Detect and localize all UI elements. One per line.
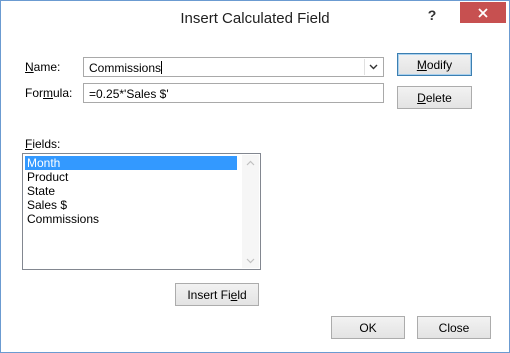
modify-label: odify — [426, 57, 453, 72]
list-item-state[interactable]: State — [25, 184, 55, 198]
formula-label: Formula: — [25, 86, 72, 100]
scroll-up-button[interactable] — [242, 155, 259, 170]
formula-label-pre: For — [25, 86, 43, 100]
scroll-down-button[interactable] — [242, 253, 259, 268]
formula-value: =0.25*'Sales $' — [89, 87, 169, 101]
fields-scrollbar[interactable] — [242, 155, 259, 268]
modify-accesskey: M — [416, 57, 427, 72]
close-label: Close — [438, 320, 470, 335]
insert-field-label-pre: Insert Fi — [187, 287, 231, 302]
modify-button[interactable]: Modify — [397, 53, 472, 76]
delete-accesskey: D — [417, 90, 426, 105]
title-bar[interactable]: Insert Calculated Field ? — [1, 1, 509, 34]
name-combobox[interactable]: Commissions — [83, 57, 384, 77]
close-icon — [478, 7, 488, 18]
fields-listbox[interactable]: Month Product State Sales $ Commissions — [22, 153, 261, 270]
list-item-commissions[interactable]: Commissions — [25, 212, 99, 226]
help-icon: ? — [427, 7, 437, 23]
close-button[interactable]: Close — [417, 316, 491, 339]
close-window-button[interactable] — [460, 2, 506, 23]
insert-calculated-field-dialog: Insert Calculated Field ? Name: Commissi… — [0, 0, 510, 353]
ok-button[interactable]: OK — [331, 316, 405, 339]
fields-label-text: ields: — [32, 137, 61, 151]
insert-field-button[interactable]: Insert Fi e ld — [175, 283, 259, 306]
name-label-accesskey: N — [25, 60, 34, 74]
formula-input[interactable]: =0.25*'Sales $' — [83, 83, 384, 103]
chevron-up-icon — [246, 160, 255, 165]
delete-button[interactable]: Delete — [397, 86, 472, 109]
insert-field-accesskey: e — [230, 287, 238, 302]
name-label-text: ame: — [33, 60, 61, 74]
ok-label: OK — [359, 320, 377, 335]
list-item-sales[interactable]: Sales $ — [25, 198, 67, 212]
help-button[interactable]: ? — [421, 4, 443, 26]
chevron-down-icon — [246, 258, 255, 263]
name-input[interactable]: Commissions — [89, 61, 161, 75]
list-item-month[interactable]: Month — [25, 156, 237, 170]
chevron-down-icon — [369, 64, 378, 70]
name-dropdown-button[interactable] — [364, 59, 382, 75]
list-item-product[interactable]: Product — [25, 170, 68, 184]
delete-label: elete — [425, 90, 452, 105]
text-caret — [161, 61, 162, 74]
formula-label-post: ula: — [53, 86, 73, 100]
fields-label: Fields: — [25, 137, 60, 151]
insert-field-label-post: ld — [237, 287, 247, 302]
formula-label-accesskey: m — [43, 86, 53, 100]
name-label: Name: — [25, 60, 60, 74]
